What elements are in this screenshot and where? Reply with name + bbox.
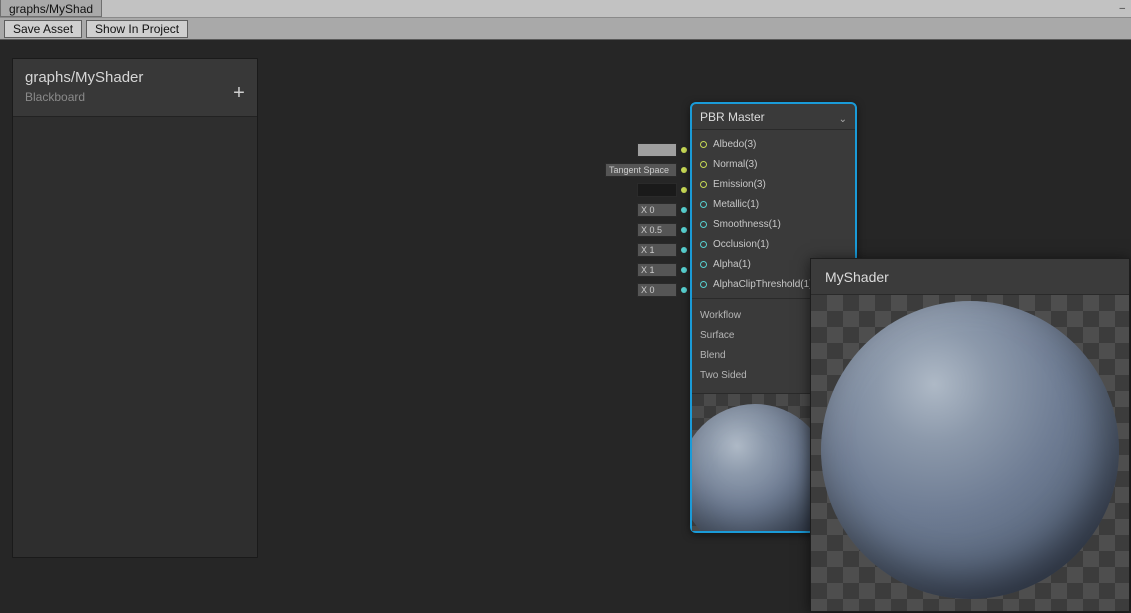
window-controls: – — [1119, 0, 1131, 17]
node-port[interactable]: Smoothness(1) — [692, 214, 855, 234]
blackboard-add-button[interactable]: + — [231, 85, 247, 101]
property-label: Workflow — [700, 310, 817, 321]
blackboard-header: graphs/MyShader Blackboard + — [13, 59, 257, 117]
stub-connector-icon[interactable] — [681, 187, 687, 193]
property-label: Blend — [700, 350, 817, 361]
number-field[interactable]: X 1 — [637, 263, 677, 277]
property-label: Surface — [700, 330, 817, 341]
port-label: Alpha(1) — [713, 259, 751, 270]
node-port[interactable]: Emission(3) — [692, 174, 855, 194]
input-stub[interactable]: X 0.5 — [605, 220, 687, 240]
stub-connector-icon[interactable] — [681, 167, 687, 173]
window-titlebar: graphs/MyShad – — [0, 0, 1131, 18]
window-tab[interactable]: graphs/MyShad — [0, 0, 102, 17]
node-title: PBR Master — [700, 110, 765, 124]
number-field[interactable]: X 0.5 — [637, 223, 677, 237]
port-dot-icon[interactable] — [700, 281, 707, 288]
node-port[interactable]: Occlusion(1) — [692, 234, 855, 254]
input-stub[interactable]: X 1 — [605, 240, 687, 260]
color-swatch[interactable] — [637, 183, 677, 197]
number-field[interactable]: X 0 — [637, 203, 677, 217]
port-label: Metallic(1) — [713, 199, 759, 210]
blackboard-panel[interactable]: graphs/MyShader Blackboard + — [12, 58, 258, 558]
port-label: Occlusion(1) — [713, 239, 769, 250]
stub-connector-icon[interactable] — [681, 147, 687, 153]
port-dot-icon[interactable] — [700, 241, 707, 248]
titlebar-spacer — [102, 0, 1119, 17]
stub-connector-icon[interactable] — [681, 287, 687, 293]
toolbar: Save Asset Show In Project — [0, 18, 1131, 40]
color-swatch[interactable] — [637, 143, 677, 157]
input-stub[interactable] — [605, 180, 687, 200]
chevron-down-icon[interactable]: ⌄ — [839, 114, 847, 125]
port-label: Smoothness(1) — [713, 219, 781, 230]
show-in-project-button[interactable]: Show In Project — [86, 20, 188, 38]
node-input-stubs: Tangent Space X 0 X 0.5 X 1 X 1 X 0 — [605, 140, 687, 300]
port-label: Emission(3) — [713, 179, 766, 190]
port-dot-icon[interactable] — [700, 261, 707, 268]
port-dot-icon[interactable] — [700, 161, 707, 168]
node-header[interactable]: PBR Master ⌄ — [692, 104, 855, 130]
window-tab-label: graphs/MyShad — [9, 2, 93, 16]
port-dot-icon[interactable] — [700, 201, 707, 208]
stub-connector-icon[interactable] — [681, 247, 687, 253]
preview-header[interactable]: MyShader — [811, 259, 1129, 295]
blackboard-subtitle: Blackboard — [25, 90, 245, 104]
node-port[interactable]: Normal(3) — [692, 154, 855, 174]
save-asset-button[interactable]: Save Asset — [4, 20, 82, 38]
preview-sphere-icon — [821, 301, 1119, 599]
stub-connector-icon[interactable] — [681, 207, 687, 213]
input-stub[interactable] — [605, 140, 687, 160]
window-minimize-icon[interactable]: – — [1119, 3, 1125, 14]
input-stub[interactable]: X 1 — [605, 260, 687, 280]
number-field[interactable]: X 1 — [637, 243, 677, 257]
blackboard-title: graphs/MyShader — [25, 69, 245, 86]
port-label: Normal(3) — [713, 159, 757, 170]
preview-title: MyShader — [825, 269, 889, 285]
port-dot-icon[interactable] — [700, 181, 707, 188]
input-stub[interactable]: X 0 — [605, 280, 687, 300]
stub-connector-icon[interactable] — [681, 267, 687, 273]
dropdown-field[interactable]: Tangent Space — [605, 163, 677, 177]
input-stub[interactable]: X 0 — [605, 200, 687, 220]
port-label: Albedo(3) — [713, 139, 756, 150]
graph-canvas[interactable]: graphs/MyShader Blackboard + Tangent Spa… — [0, 40, 1131, 613]
port-dot-icon[interactable] — [700, 141, 707, 148]
blackboard-body[interactable] — [13, 117, 257, 557]
node-port[interactable]: Albedo(3) — [692, 134, 855, 154]
port-label: AlphaClipThreshold(1) — [713, 279, 813, 290]
main-preview-window[interactable]: MyShader — [810, 258, 1130, 612]
stub-connector-icon[interactable] — [681, 227, 687, 233]
input-stub[interactable]: Tangent Space — [605, 160, 687, 180]
number-field[interactable]: X 0 — [637, 283, 677, 297]
port-dot-icon[interactable] — [700, 221, 707, 228]
preview-body[interactable] — [811, 295, 1129, 611]
node-port[interactable]: Metallic(1) — [692, 194, 855, 214]
